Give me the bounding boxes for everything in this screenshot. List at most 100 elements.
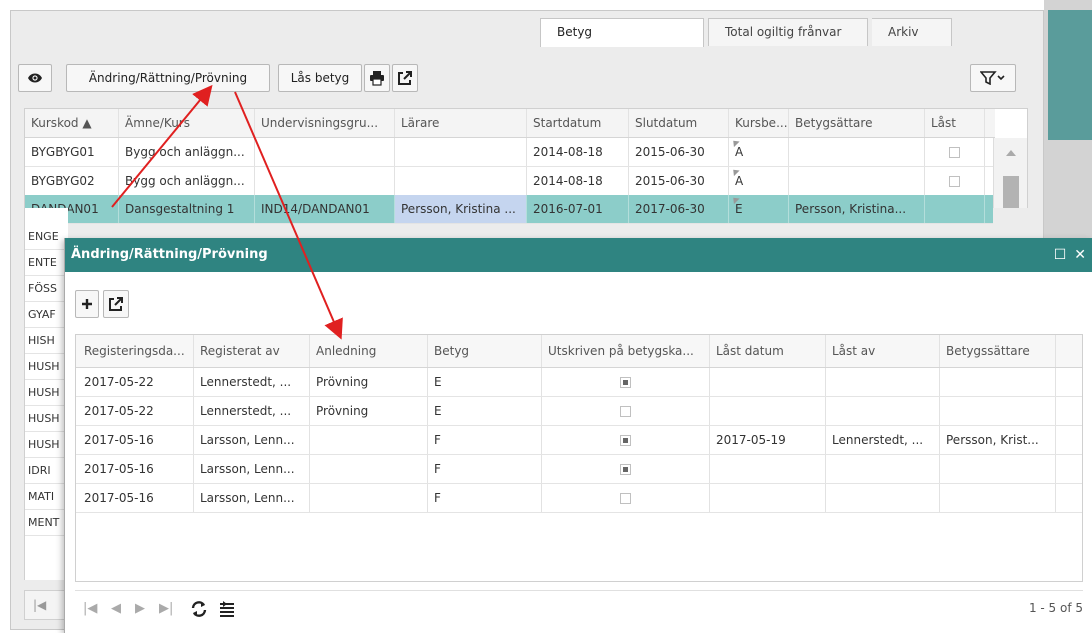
cell-slut: 2017-06-30 [629,195,729,223]
previous-page-icon[interactable]: ◀ [111,601,121,616]
cell-registrerat-av: Larsson, Lenn... [194,426,310,454]
table-row[interactable]: BYGBYG02 Bygg och anläggn... 2014-08-18 … [25,167,995,196]
dialog-grid-header: Registeringsda... Registerat av Anlednin… [76,335,1082,368]
table-row[interactable]: 2017-05-16 Larsson, Lenn... F [76,455,1082,484]
cell-kurskod: BYGBYG01 [25,138,119,166]
grid-header: Kurskod ▲ Ämne/Kurs Undervisningsgru... … [25,109,995,138]
next-page-icon[interactable]: ▶ [135,601,145,616]
scroll-up-icon[interactable] [1006,150,1016,156]
list-item[interactable]: IDRI [25,458,69,484]
printed-checkbox[interactable] [620,464,631,475]
cell-betygssattare [940,368,1056,396]
col-amne-kurs[interactable]: Ämne/Kurs [119,109,255,137]
list-item[interactable]: HISH [25,328,69,354]
list-item[interactable]: MENT [25,510,69,536]
refresh-icon[interactable] [187,597,211,621]
list-item[interactable]: HUSH [25,432,69,458]
list-item[interactable]: ENTE [25,250,69,276]
printer-icon [369,70,385,86]
cell-last-av: Lennerstedt, ... [826,426,940,454]
col-registreringsdatum[interactable]: Registeringsda... [76,335,194,367]
first-page-icon[interactable]: |◀ [83,601,97,616]
col-utskriven[interactable]: Utskriven på betygska... [542,335,710,367]
col-slutdatum[interactable]: Slutdatum [629,109,729,137]
cell-utskriven [542,484,710,512]
dialog-export-button[interactable] [103,290,129,318]
cell-last-av [826,484,940,512]
change-correction-dialog: Ändring/Rättning/Prövning ☐ ✕ Registerin… [64,238,1092,633]
cell-betyg: E [428,397,542,425]
view-button[interactable] [18,64,52,92]
col-kurskod[interactable]: Kurskod ▲ [25,109,119,137]
tab-betyg[interactable]: Betyg [540,18,704,47]
table-row[interactable]: 2017-05-22 Lennerstedt, ... Prövning E [76,397,1082,426]
cell-last-datum: 2017-05-19 [710,426,826,454]
grades-toolbar: Ändring/Rättning/Prövning Lås betyg [18,64,1028,94]
last-page-icon[interactable]: ▶| [159,601,173,616]
col-betygssattare[interactable]: Betygssättare [940,335,1056,367]
grade-value: E [735,202,743,216]
cell-grupp: IND14/DANDAN01 [255,195,395,223]
filter-button[interactable] [970,64,1016,92]
col-betyg[interactable]: Betyg [428,335,542,367]
maximize-icon[interactable]: ☐ [1054,238,1067,272]
list-item[interactable]: FÖSS [25,276,69,302]
table-row[interactable]: BYGBYG01 Bygg och anläggn... 2014-08-18 … [25,138,995,167]
cell-utskriven [542,368,710,396]
printed-checkbox[interactable] [620,406,631,417]
cell-grupp [255,167,395,195]
add-button[interactable] [75,290,99,318]
printed-checkbox[interactable] [620,435,631,446]
grades-grid: Kurskod ▲ Ämne/Kurs Undervisningsgru... … [24,108,1028,208]
first-page-icon[interactable]: |◀ [33,598,46,612]
cell-anledning [310,455,428,483]
print-button[interactable] [364,64,390,92]
printed-checkbox[interactable] [620,377,631,388]
cell-anledning [310,484,428,512]
plus-icon [81,298,93,310]
scroll-thumb[interactable] [1003,176,1019,208]
list-item[interactable]: HUSH [25,406,69,432]
cell-kursbetyg: A [729,138,789,166]
col-larare[interactable]: Lärare [395,109,527,137]
col-anledning[interactable]: Anledning [310,335,428,367]
table-row[interactable]: 2017-05-22 Lennerstedt, ... Prövning E [76,368,1082,397]
list-item[interactable]: GYAF [25,302,69,328]
list-item[interactable]: ENGE [25,224,69,250]
cell-registrerat-av: Lennerstedt, ... [194,397,310,425]
lock-grades-button[interactable]: Lås betyg [278,64,362,92]
cell-last-datum [710,455,826,483]
tab-total-ogiltig-franvaro[interactable]: Total ogiltig frånvar [708,18,868,46]
table-row[interactable]: 2017-05-16 Larsson, Lenn... F 2017-05-19… [76,426,1082,455]
printed-checkbox[interactable] [620,493,631,504]
cell-kursbetyg: A [729,167,789,195]
cell-utskriven [542,426,710,454]
list-item[interactable]: HUSH [25,380,69,406]
cell-last [925,138,985,166]
list-item[interactable]: MATI [25,484,69,510]
main-grid-pager: |◀ [24,590,68,620]
filter-icon [980,71,1006,85]
cell-betygssattare [940,484,1056,512]
cell-anledning: Prövning [310,368,428,396]
table-row-selected[interactable]: DANDAN01 Dansgestaltning 1 IND14/DANDAN0… [25,195,993,224]
locked-checkbox[interactable] [949,147,960,158]
col-undervisningsgrupp[interactable]: Undervisningsgru... [255,109,395,137]
col-last-datum[interactable]: Låst datum [710,335,826,367]
col-registrerat-av[interactable]: Registerat av [194,335,310,367]
col-kursbetyg[interactable]: Kursbe... [729,109,789,137]
col-last-av[interactable]: Låst av [826,335,940,367]
column-settings-icon[interactable] [215,597,239,621]
locked-checkbox[interactable] [949,176,960,187]
change-correction-button[interactable]: Ändring/Rättning/Prövning [66,64,270,92]
col-betygsattare[interactable]: Betygsättare [789,109,925,137]
col-startdatum[interactable]: Startdatum [527,109,629,137]
grid-scrollbar[interactable] [993,138,1027,208]
col-last[interactable]: Låst [925,109,985,137]
table-row[interactable]: 2017-05-16 Larsson, Lenn... F [76,484,1082,513]
cell-betyg: F [428,484,542,512]
export-button[interactable] [392,64,418,92]
list-item[interactable]: HUSH [25,354,69,380]
tab-arkiv[interactable]: Arkiv [872,18,952,46]
close-icon[interactable]: ✕ [1074,238,1086,272]
